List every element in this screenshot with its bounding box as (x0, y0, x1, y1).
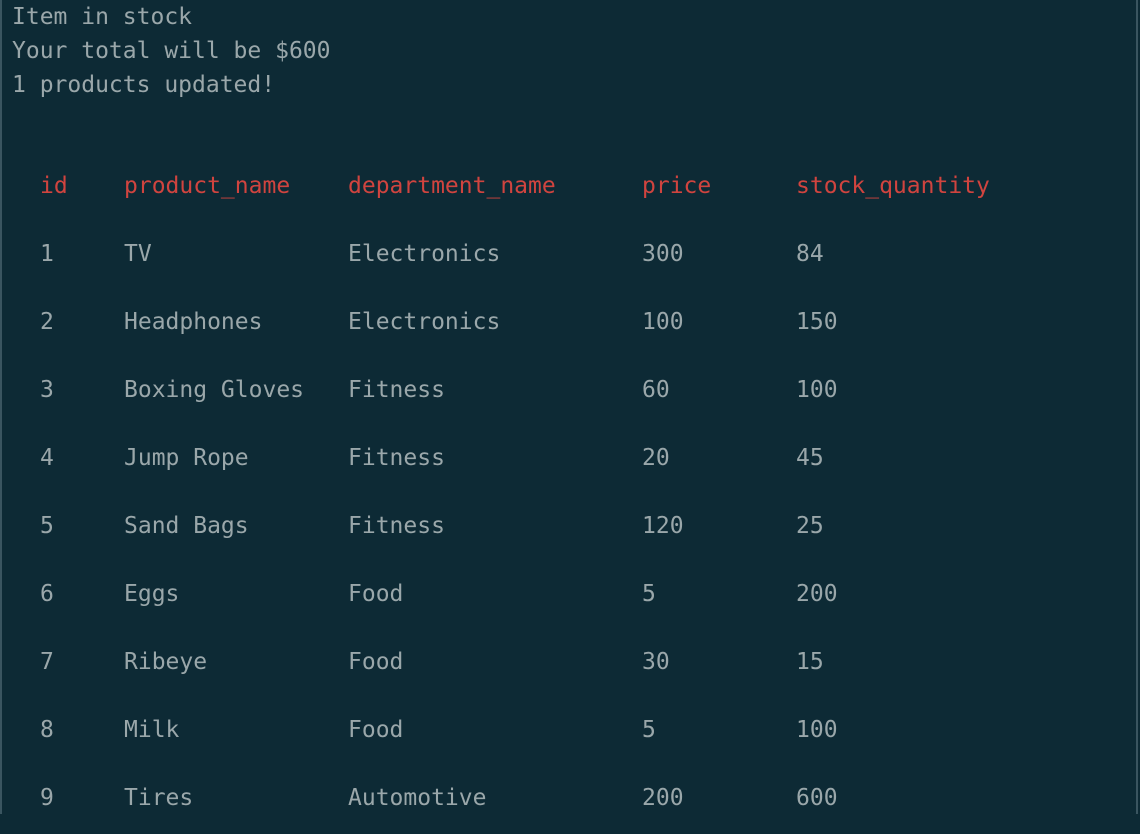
table-row: 2 Headphones Electronics 100 150 (2, 290, 1140, 358)
cell-price: 100 (642, 309, 684, 335)
cell-department-name: Food (348, 649, 404, 675)
cell-id: 5 (40, 513, 54, 539)
cell-stock-quantity: 100 (796, 717, 838, 743)
cell-department-name: Food (348, 717, 404, 743)
cell-product-name: Ribeye (124, 649, 208, 675)
cell-id: 1 (40, 241, 54, 267)
products-table: id product_name department_name price st… (2, 154, 1140, 834)
cell-stock-quantity: 15 (796, 649, 824, 675)
cell-product-name: Sand Bags (124, 513, 249, 539)
cell-price: 5 (642, 717, 656, 743)
header-id: id (40, 173, 68, 199)
cell-price: 30 (642, 649, 670, 675)
cell-stock-quantity: 600 (796, 785, 838, 811)
cell-stock-quantity: 84 (796, 241, 824, 267)
cell-product-name: TV (124, 241, 152, 267)
cell-product-name: Jump Rope (124, 445, 249, 471)
cell-id: 8 (40, 717, 54, 743)
console-line-total: Your total will be $600 (12, 38, 331, 64)
cell-id: 9 (40, 785, 54, 811)
console-line-updated: 1 products updated! (12, 72, 276, 98)
header-price: price (642, 173, 712, 199)
cell-department-name: Fitness (348, 377, 445, 403)
cell-price: 200 (642, 785, 684, 811)
table-row: 3 Boxing Gloves Fitness 60 100 (2, 358, 1140, 426)
cell-id: 4 (40, 445, 54, 471)
cell-product-name: Eggs (124, 581, 180, 607)
terminal-window: Item in stock Your total will be $600 1 … (0, 0, 1138, 814)
cell-price: 20 (642, 445, 670, 471)
cell-department-name: Fitness (348, 513, 445, 539)
cell-id: 2 (40, 309, 54, 335)
header-department-name: department_name (348, 173, 556, 199)
console-line-stock: Item in stock (12, 4, 193, 30)
cell-id: 3 (40, 377, 54, 403)
cell-product-name: Boxing Gloves (124, 377, 305, 403)
cell-stock-quantity: 45 (796, 445, 824, 471)
cell-department-name: Electronics (348, 309, 501, 335)
cell-department-name: Electronics (348, 241, 501, 267)
cell-stock-quantity: 100 (796, 377, 838, 403)
cell-department-name: Automotive (348, 785, 487, 811)
cell-product-name: Headphones (124, 309, 263, 335)
cell-department-name: Food (348, 581, 404, 607)
header-stock-quantity: stock_quantity (796, 173, 990, 199)
table-row: 4 Jump Rope Fitness 20 45 (2, 426, 1140, 494)
table-row: 7 Ribeye Food 30 15 (2, 630, 1140, 698)
header-product-name: product_name (124, 173, 291, 199)
table-row: 8 Milk Food 5 100 (2, 698, 1140, 766)
table-row: 6 Eggs Food 5 200 (2, 562, 1140, 630)
cell-price: 300 (642, 241, 684, 267)
table-header-row: id product_name department_name price st… (2, 154, 1140, 222)
table-row: 1 TV Electronics 300 84 (2, 222, 1140, 290)
cell-product-name: Milk (124, 717, 180, 743)
cell-id: 6 (40, 581, 54, 607)
table-row: 5 Sand Bags Fitness 120 25 (2, 494, 1140, 562)
cell-id: 7 (40, 649, 54, 675)
cell-department-name: Fitness (348, 445, 445, 471)
cell-stock-quantity: 25 (796, 513, 824, 539)
cell-product-name: Tires (124, 785, 194, 811)
cell-stock-quantity: 150 (796, 309, 838, 335)
console-output: Item in stock Your total will be $600 1 … (12, 0, 331, 102)
cell-price: 120 (642, 513, 684, 539)
cell-price: 60 (642, 377, 670, 403)
cell-stock-quantity: 200 (796, 581, 838, 607)
table-row: 9 Tires Automotive 200 600 (2, 766, 1140, 834)
cell-price: 5 (642, 581, 656, 607)
